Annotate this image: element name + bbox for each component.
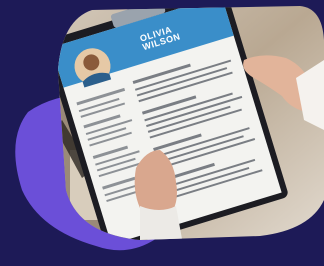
photo-scene: OLIVIA WILSON: [0, 0, 324, 266]
